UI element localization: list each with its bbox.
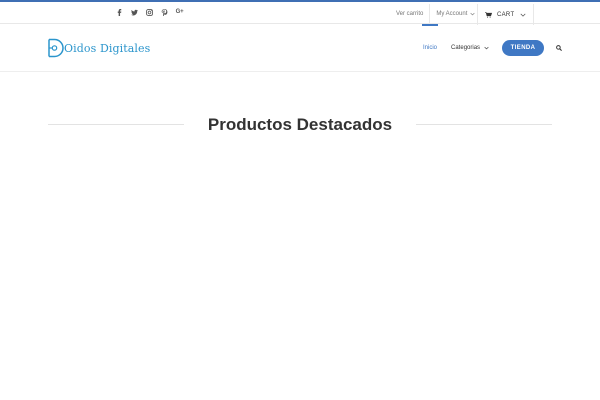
tienda-button[interactable]: TIENDA [502, 40, 545, 56]
section-title: Productos Destacados [207, 115, 393, 134]
search-icon [556, 45, 562, 51]
ver-carrito-link[interactable]: Ver carrito [390, 4, 429, 24]
google-plus-icon: G+ [175, 9, 184, 15]
featured-section-heading: Productos Destacados [48, 113, 552, 137]
instagram-icon [146, 8, 153, 16]
facebook-icon [117, 8, 122, 16]
heading-rule-right [416, 124, 552, 125]
my-account-label: My Account [436, 11, 468, 17]
main-header: Oidos Digitales Inicio Categorias TIENDA [0, 24, 600, 72]
top-bar: G+ Ver carrito My Account CART [0, 2, 600, 25]
cart-button[interactable]: CART [477, 4, 534, 25]
chevron-down-icon [520, 13, 526, 17]
cart-label: CART [497, 11, 515, 18]
chevron-down-icon [470, 12, 475, 16]
chevron-down-icon [484, 46, 489, 50]
google-plus-link[interactable]: G+ [172, 5, 187, 19]
nav-inicio[interactable]: Inicio [418, 24, 442, 72]
nav-categorias-label: Categorias [451, 45, 481, 51]
pinterest-link[interactable] [157, 5, 172, 19]
instagram-link[interactable] [142, 5, 157, 19]
site-logo[interactable]: Oidos Digitales [46, 37, 150, 59]
tienda-label: TIENDA [510, 45, 536, 51]
main-nav: Inicio Categorias TIENDA [418, 24, 564, 72]
twitter-link[interactable] [127, 5, 142, 19]
top-links: Ver carrito My Account [390, 4, 481, 24]
facebook-link[interactable] [112, 5, 127, 19]
social-links: G+ [112, 5, 187, 19]
logo-d-icon [48, 38, 64, 58]
cart-icon [485, 11, 492, 18]
search-button[interactable] [554, 43, 564, 53]
nav-categorias[interactable]: Categorias [446, 24, 494, 72]
logo-text: Oidos Digitales [64, 41, 151, 55]
twitter-icon [131, 9, 138, 15]
my-account-link[interactable]: My Account [429, 4, 481, 24]
pinterest-icon [161, 8, 168, 16]
nav-inicio-label: Inicio [423, 45, 438, 51]
ver-carrito-label: Ver carrito [396, 11, 424, 17]
